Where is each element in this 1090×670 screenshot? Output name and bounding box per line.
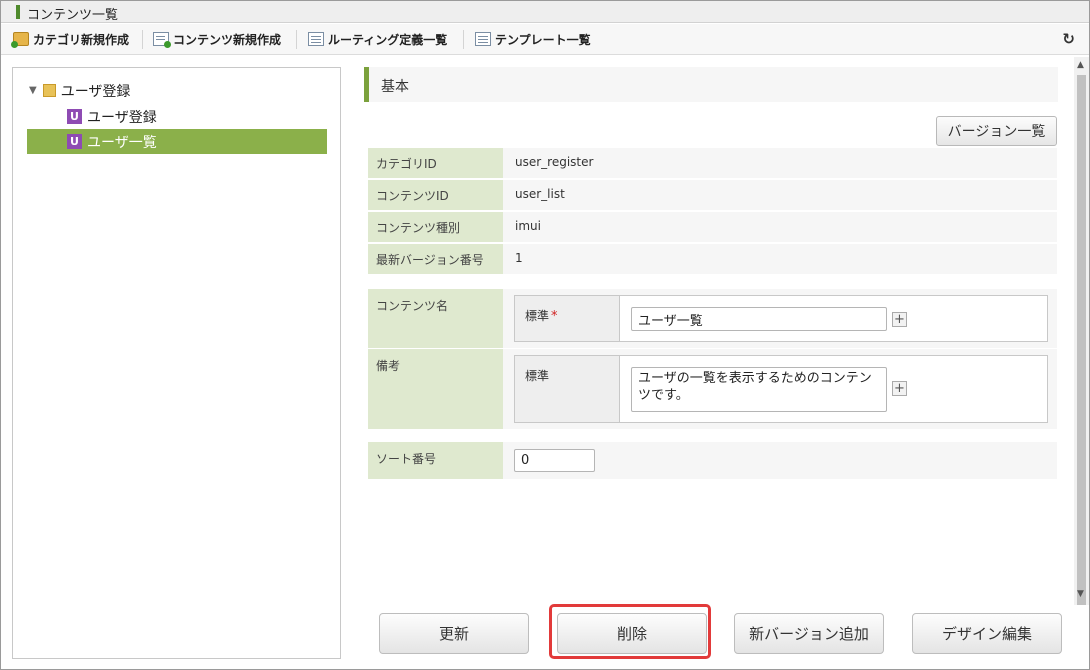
tree-item-user-register[interactable]: U ユーザ登録	[67, 104, 327, 129]
add-language-plus-icon[interactable]: +	[892, 312, 907, 327]
update-button[interactable]: 更新	[379, 613, 529, 654]
section-header: 基本	[364, 67, 1058, 102]
version-list-button[interactable]: バージョン一覧	[936, 116, 1057, 146]
sort-order-input[interactable]	[514, 449, 595, 472]
title-mark-icon	[16, 5, 20, 19]
refresh-icon[interactable]: ↻	[1062, 30, 1075, 48]
template-list-label: テンプレート一覧	[495, 32, 591, 47]
required-mark: *	[551, 309, 558, 324]
add-language-plus-icon[interactable]: +	[892, 381, 907, 396]
lang-label: 標準	[515, 356, 620, 422]
tree-item-label: ユーザ一覧	[87, 134, 157, 151]
title-bar: コンテンツ一覧	[1, 1, 1089, 23]
remarks-textarea[interactable]: ユーザの一覧を表示するためのコンテンツです。	[631, 367, 887, 412]
scroll-thumb[interactable]	[1077, 75, 1086, 605]
info-label: コンテンツID	[368, 180, 503, 210]
info-row-category-id: カテゴリID user_register	[368, 148, 1057, 178]
folder-icon	[42, 84, 56, 97]
folder-add-icon	[11, 32, 29, 48]
new-category-button[interactable]: カテゴリ新規作成	[11, 24, 130, 54]
routing-list-button[interactable]: ルーティング定義一覧	[308, 24, 447, 54]
form-row-content-name: コンテンツ名 標準* +	[368, 289, 1057, 348]
add-new-version-button[interactable]: 新バージョン追加	[734, 613, 884, 654]
lang-box-remarks: 標準 ユーザの一覧を表示するためのコンテンツです。 +	[514, 355, 1048, 423]
section-title: 基本	[381, 79, 409, 95]
info-row-content-type: コンテンツ種別 imui	[368, 212, 1057, 242]
lang-label-text: 標準	[525, 309, 550, 323]
content-u-icon: U	[67, 134, 82, 149]
form-row-remarks: 備考 標準 ユーザの一覧を表示するためのコンテンツです。 +	[368, 349, 1057, 429]
toolbar-divider	[142, 30, 143, 49]
content-add-icon	[153, 32, 171, 48]
info-value: 1	[515, 251, 523, 265]
tree-folder-label: ユーザ登録	[60, 83, 131, 100]
form-label: 備考	[368, 349, 503, 429]
list-icon	[475, 32, 491, 46]
tree-item-label: ユーザ登録	[87, 109, 157, 126]
scroll-down-icon[interactable]: ▼	[1077, 589, 1084, 599]
toolbar-divider	[463, 30, 464, 49]
new-content-label: コンテンツ新規作成	[173, 32, 282, 47]
collapse-toggle-icon[interactable]: ▼	[29, 85, 37, 96]
content-tree: ▼ ユーザ登録 U ユーザ登録 U ユーザ一覧	[12, 67, 341, 659]
info-row-content-id: コンテンツID user_list	[368, 180, 1057, 210]
content-name-input[interactable]	[631, 307, 887, 331]
tree-folder-user-register[interactable]: ▼ ユーザ登録	[29, 78, 329, 103]
info-label: カテゴリID	[368, 148, 503, 178]
vertical-scrollbar[interactable]: ▲ ▼	[1074, 57, 1089, 605]
form-label: コンテンツ名	[368, 289, 503, 348]
list-icon	[308, 32, 324, 46]
info-label: 最新バージョン番号	[368, 244, 503, 274]
toolbar-divider	[296, 30, 297, 49]
info-value: user_register	[515, 155, 594, 169]
routing-list-label: ルーティング定義一覧	[328, 32, 448, 47]
info-value: imui	[515, 219, 541, 233]
info-label: コンテンツ種別	[368, 212, 503, 242]
toolbar: カテゴリ新規作成 コンテンツ新規作成 ルーティング定義一覧 テンプレート一覧 ↻	[1, 24, 1089, 55]
new-category-label: カテゴリ新規作成	[33, 32, 130, 47]
form-row-sort-order: ソート番号	[368, 442, 1057, 479]
content-list-window: コンテンツ一覧 カテゴリ新規作成 コンテンツ新規作成 ルーティング定義一覧 テン…	[0, 0, 1090, 670]
form-label: ソート番号	[368, 442, 503, 479]
new-content-button[interactable]: コンテンツ新規作成	[153, 24, 281, 54]
info-row-latest-version: 最新バージョン番号 1	[368, 244, 1057, 274]
scroll-up-icon[interactable]: ▲	[1077, 60, 1084, 70]
lang-box-content-name: 標準* +	[514, 295, 1048, 342]
window-title: コンテンツ一覧	[27, 8, 119, 23]
info-value: user_list	[515, 187, 565, 201]
design-edit-button[interactable]: デザイン編集	[912, 613, 1062, 654]
highlight-frame	[549, 604, 711, 659]
lang-label: 標準 *	[515, 296, 620, 341]
tree-item-user-list[interactable]: U ユーザ一覧	[27, 129, 327, 154]
template-list-button[interactable]: テンプレート一覧	[475, 24, 591, 54]
content-u-icon: U	[67, 109, 82, 124]
